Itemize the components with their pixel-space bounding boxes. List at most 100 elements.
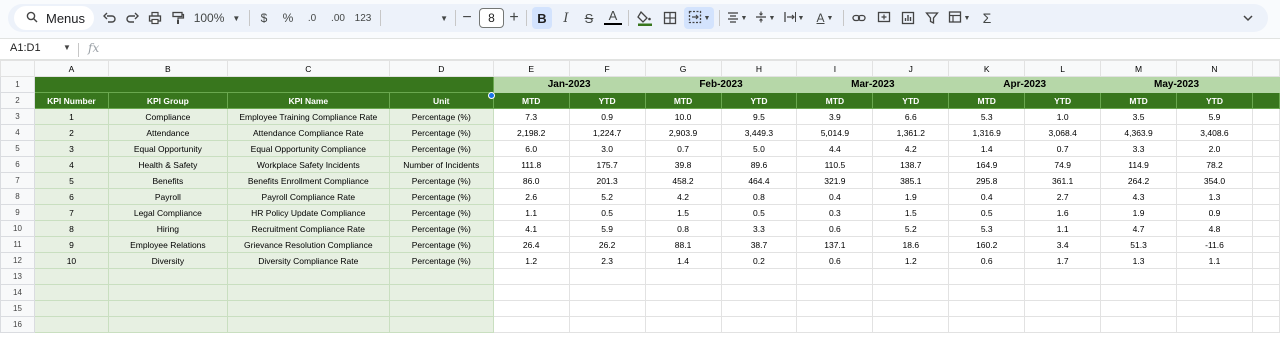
kpi-group-cell[interactable]: Benefits — [107, 172, 228, 189]
filter-views-button[interactable]: ▼ — [945, 7, 973, 29]
value-cell[interactable]: 4.7 — [1100, 220, 1178, 237]
value-cell[interactable]: 201.3 — [568, 172, 646, 189]
empty-cell[interactable] — [872, 284, 950, 301]
empty-cell[interactable] — [948, 316, 1026, 333]
column-header[interactable]: G — [644, 60, 722, 77]
value-cell[interactable]: 2,903.9 — [644, 124, 722, 141]
unit-cell[interactable]: Percentage (%) — [388, 188, 494, 205]
currency-button[interactable]: $ — [256, 7, 272, 29]
column-header[interactable]: F — [568, 60, 646, 77]
unit-cell[interactable]: Percentage (%) — [388, 108, 494, 125]
empty-cell[interactable] — [1100, 284, 1178, 301]
value-cell[interactable]: 39.8 — [644, 156, 722, 173]
value-cell[interactable]: 2.6 — [492, 188, 570, 205]
value-cell[interactable]: 5.3 — [948, 220, 1026, 237]
value-cell[interactable]: 5.0 — [720, 140, 798, 157]
empty-cell[interactable] — [1251, 284, 1280, 301]
kpi-number-cell[interactable]: 8 — [33, 220, 109, 237]
value-cell[interactable]: 1.7 — [1024, 252, 1102, 269]
empty-cell[interactable] — [796, 284, 874, 301]
value-cell[interactable]: 10.0 — [644, 108, 722, 125]
percent-button[interactable]: % — [280, 7, 296, 29]
value-cell[interactable]: 295.8 — [948, 172, 1026, 189]
kpi-number-cell[interactable]: 2 — [33, 124, 109, 141]
month-header[interactable]: Jan-2023 — [492, 76, 646, 93]
row-header[interactable]: 4 — [0, 124, 35, 141]
kpi-name-cell[interactable]: Recruitment Compliance Rate — [226, 220, 390, 237]
value-cell[interactable]: 321.9 — [796, 172, 874, 189]
row-header[interactable]: 11 — [0, 236, 35, 253]
value-cell[interactable]: 1.3 — [1176, 188, 1253, 205]
kpi-name-cell[interactable]: Grievance Resolution Compliance — [226, 236, 390, 253]
value-cell[interactable]: 354.0 — [1176, 172, 1253, 189]
value-cell[interactable]: 1.5 — [644, 204, 722, 221]
header-kpi-number[interactable]: KPI Number — [33, 92, 109, 109]
empty-cell[interactable] — [226, 284, 390, 301]
empty-cell[interactable] — [568, 268, 646, 285]
value-cell[interactable]: 88.1 — [644, 236, 722, 253]
month-header[interactable]: Feb-2023 — [644, 76, 798, 93]
value-cell[interactable]: 0.6 — [796, 220, 874, 237]
mtd-header[interactable]: MTD — [796, 92, 874, 109]
empty-cell[interactable] — [796, 316, 874, 333]
row-header[interactable]: 3 — [0, 108, 35, 125]
empty-cell[interactable] — [107, 268, 228, 285]
empty-cell[interactable] — [948, 300, 1026, 317]
value-cell[interactable]: 2.3 — [568, 252, 646, 269]
empty-cell[interactable] — [388, 300, 494, 317]
value-cell[interactable]: 0.6 — [796, 252, 874, 269]
empty-cell[interactable] — [1100, 300, 1178, 317]
functions-button[interactable]: Σ — [978, 7, 996, 29]
font-size-input[interactable]: 8 — [479, 8, 504, 28]
empty-cell[interactable] — [872, 316, 950, 333]
empty-cell[interactable] — [1251, 124, 1280, 141]
value-cell[interactable]: 5.2 — [568, 188, 646, 205]
paint-format-icon[interactable] — [168, 7, 188, 29]
value-cell[interactable]: 1.6 — [1024, 204, 1102, 221]
empty-cell[interactable] — [33, 316, 109, 333]
mtd-header[interactable]: MTD — [492, 92, 570, 109]
value-cell[interactable]: 1,316.9 — [948, 124, 1026, 141]
row-header[interactable]: 2 — [0, 92, 35, 109]
value-cell[interactable]: 1.2 — [492, 252, 570, 269]
empty-cell[interactable] — [492, 284, 570, 301]
empty-cell[interactable] — [107, 284, 228, 301]
empty-cell[interactable] — [107, 316, 228, 333]
row-header[interactable]: 16 — [0, 316, 35, 333]
strikethrough-button[interactable]: S — [580, 7, 598, 29]
empty-cell[interactable] — [492, 316, 570, 333]
value-cell[interactable]: 0.5 — [720, 204, 798, 221]
column-header[interactable]: N — [1176, 60, 1253, 77]
value-cell[interactable]: 2.7 — [1024, 188, 1102, 205]
value-cell[interactable]: 6.0 — [492, 140, 570, 157]
value-cell[interactable]: 3.3 — [720, 220, 798, 237]
value-cell[interactable]: 5,014.9 — [796, 124, 874, 141]
value-cell[interactable]: 3.5 — [1100, 108, 1178, 125]
empty-cell[interactable] — [1024, 268, 1102, 285]
value-cell[interactable]: 51.3 — [1100, 236, 1178, 253]
value-cell[interactable]: -11.6 — [1176, 236, 1253, 253]
undo-icon[interactable] — [100, 7, 120, 29]
value-cell[interactable]: 5.3 — [948, 108, 1026, 125]
kpi-number-cell[interactable]: 10 — [33, 252, 109, 269]
empty-cell[interactable] — [1024, 284, 1102, 301]
empty-cell[interactable] — [388, 284, 494, 301]
ytd-header[interactable]: YTD — [1024, 92, 1102, 109]
text-color-button[interactable]: A — [604, 7, 622, 25]
row-header[interactable]: 14 — [0, 284, 35, 301]
row-header[interactable]: 9 — [0, 204, 35, 221]
link-icon[interactable] — [849, 7, 869, 29]
value-cell[interactable]: 3.3 — [1100, 140, 1178, 157]
empty-cell[interactable] — [1251, 300, 1280, 317]
value-cell[interactable]: 458.2 — [644, 172, 722, 189]
empty-cell[interactable] — [1251, 140, 1280, 157]
select-all-corner[interactable] — [0, 60, 35, 77]
kpi-group-cell[interactable]: Employee Relations — [107, 236, 228, 253]
kpi-name-cell[interactable]: Attendance Compliance Rate — [226, 124, 390, 141]
value-cell[interactable]: 0.9 — [568, 108, 646, 125]
empty-cell[interactable] — [948, 268, 1026, 285]
value-cell[interactable]: 0.9 — [1176, 204, 1253, 221]
value-cell[interactable]: 26.4 — [492, 236, 570, 253]
merge-cells-button[interactable]: ▼ — [684, 7, 714, 29]
selection-handle[interactable] — [488, 92, 495, 99]
